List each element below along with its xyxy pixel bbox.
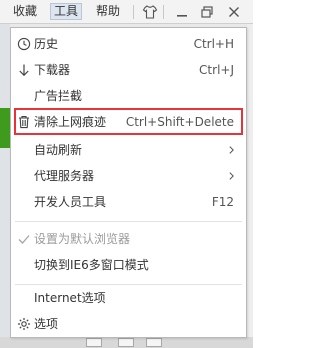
download-arrow-icon xyxy=(19,64,29,77)
menu-item-label: Internet选项 xyxy=(34,291,106,305)
menu-item-set-default-browser: 设置为默认浏览器 xyxy=(11,226,246,252)
close-icon[interactable] xyxy=(226,4,242,20)
tools-dropdown-menu: 历史 Ctrl+H 下载器 Ctrl+J 广告拦截 清除上网痕迹 Ctrl+Sh… xyxy=(10,27,247,338)
menu-item-label: 历史 xyxy=(34,37,59,51)
menu-item-label: 下载器 xyxy=(34,63,71,77)
restore-icon[interactable] xyxy=(199,4,215,20)
menu-item-label: 广告拦截 xyxy=(34,89,83,103)
menu-help[interactable]: 帮助 xyxy=(93,3,123,20)
menu-item-label: 选项 xyxy=(34,317,59,331)
page-background-right xyxy=(247,24,253,348)
menu-item-internet-options[interactable]: Internet选项 xyxy=(11,285,246,311)
menu-item-label: 切换到IE6多窗口模式 xyxy=(34,258,149,272)
menu-favorites[interactable]: 收藏 xyxy=(10,3,40,20)
menu-item-proxy-server[interactable]: 代理服务器 xyxy=(11,163,246,189)
check-icon xyxy=(18,235,30,244)
browser-window: 收藏 工具 帮助 历史 Ctrl+H 下载器 Ctrl+J 广告拦截 清除上网痕… xyxy=(0,0,253,348)
menu-item-label: 开发人员工具 xyxy=(34,195,107,209)
menubar: 收藏 工具 帮助 xyxy=(0,0,253,24)
minimize-icon[interactable] xyxy=(174,4,190,20)
menu-item-ad-block[interactable]: 广告拦截 xyxy=(11,83,246,109)
chevron-right-icon xyxy=(229,146,234,154)
menu-item-shortcut: Ctrl+J xyxy=(199,63,234,77)
menubar-separator xyxy=(163,5,164,19)
toolbar-button[interactable] xyxy=(118,338,134,347)
clock-icon xyxy=(17,37,31,51)
toolbar-button[interactable] xyxy=(86,338,102,347)
menu-item-history[interactable]: 历史 Ctrl+H xyxy=(11,31,246,57)
gear-icon xyxy=(18,318,30,330)
menu-item-label: 代理服务器 xyxy=(34,169,95,183)
menu-divider xyxy=(15,221,242,222)
menu-item-developer-tools[interactable]: 开发人员工具 F12 xyxy=(11,189,246,215)
status-toolbar xyxy=(0,337,253,348)
menu-item-shortcut: Ctrl+H xyxy=(193,37,234,51)
chevron-right-icon xyxy=(229,172,234,180)
skin-shirt-icon[interactable] xyxy=(142,4,158,20)
toolbar-button[interactable] xyxy=(146,338,162,347)
red-highlight-box xyxy=(14,108,243,135)
menu-item-auto-refresh[interactable]: 自动刷新 xyxy=(11,137,246,163)
menu-item-switch-ie6-mode[interactable]: 切换到IE6多窗口模式 xyxy=(11,252,246,278)
page-background-left xyxy=(0,24,10,348)
menu-item-options[interactable]: 选项 xyxy=(11,311,246,337)
page-background-green-strip xyxy=(0,108,10,148)
menu-tools[interactable]: 工具 xyxy=(50,3,83,20)
menu-item-shortcut: F12 xyxy=(211,195,234,209)
menu-item-downloader[interactable]: 下载器 Ctrl+J xyxy=(11,57,246,83)
menu-item-label: 设置为默认浏览器 xyxy=(34,232,131,246)
menu-item-label: 自动刷新 xyxy=(34,143,83,157)
menubar-separator xyxy=(133,5,134,19)
